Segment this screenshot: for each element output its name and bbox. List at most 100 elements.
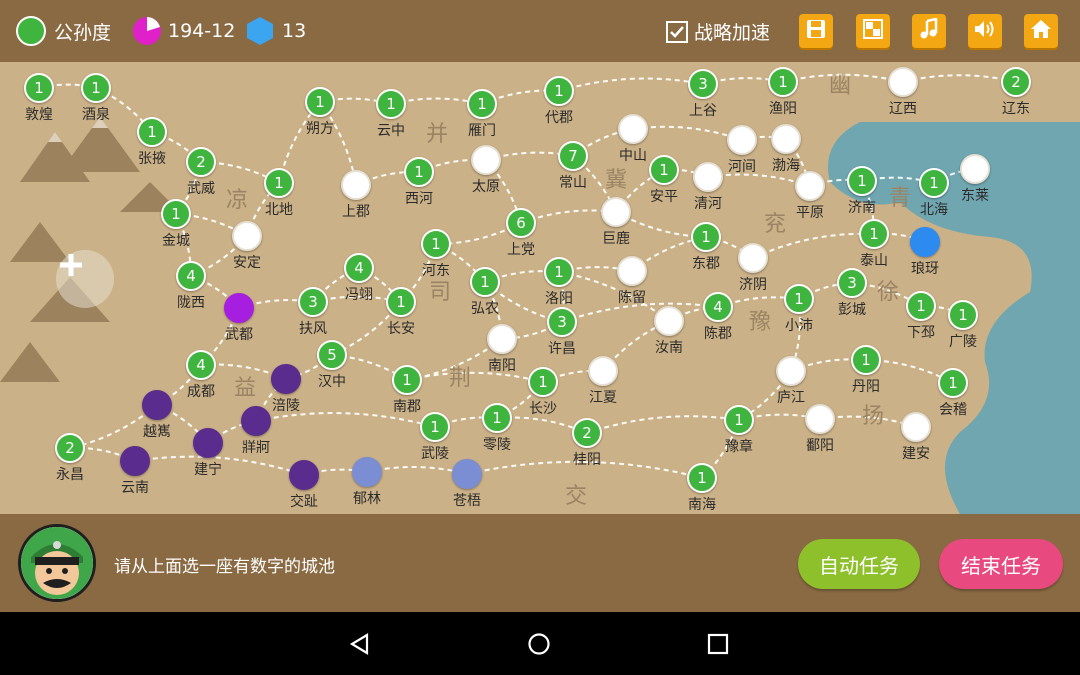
city-node[interactable]: 1 xyxy=(161,199,191,229)
city-node[interactable]: 1 xyxy=(768,67,798,97)
city-node[interactable]: 2 xyxy=(572,418,602,448)
city-node[interactable] xyxy=(693,162,723,192)
city-node[interactable] xyxy=(352,457,382,487)
sound-button[interactable] xyxy=(968,14,1002,48)
city-node[interactable]: 1 xyxy=(404,157,434,187)
city-node[interactable] xyxy=(471,145,501,175)
city-node[interactable]: 1 xyxy=(24,73,54,103)
city-node[interactable] xyxy=(805,404,835,434)
city-node[interactable]: 1 xyxy=(544,76,574,106)
city-node[interactable]: 2 xyxy=(1001,67,1031,97)
city-node[interactable] xyxy=(120,446,150,476)
city-node[interactable]: 2 xyxy=(55,433,85,463)
city-node[interactable] xyxy=(901,412,931,442)
city-node[interactable] xyxy=(617,256,647,286)
city-node[interactable]: 4 xyxy=(186,350,216,380)
city-name: 小沛 xyxy=(785,318,813,334)
grid-button[interactable] xyxy=(856,14,890,48)
end-task-button[interactable]: 结束任务 xyxy=(939,539,1063,589)
city-node[interactable]: 1 xyxy=(687,463,717,493)
city-node[interactable]: 1 xyxy=(724,405,754,435)
music-button[interactable] xyxy=(912,14,946,48)
city-node[interactable] xyxy=(289,460,319,490)
city-node[interactable]: 1 xyxy=(482,403,512,433)
city-node[interactable] xyxy=(776,356,806,386)
city-node[interactable]: 1 xyxy=(544,257,574,287)
city-node[interactable] xyxy=(487,324,517,354)
city-node[interactable] xyxy=(888,67,918,97)
city-node[interactable]: 1 xyxy=(470,267,500,297)
city-node[interactable]: 1 xyxy=(784,284,814,314)
zoom-in-button[interactable] xyxy=(56,250,114,308)
city-node[interactable] xyxy=(341,170,371,200)
city-node[interactable] xyxy=(241,406,271,436)
city-node[interactable]: 2 xyxy=(186,147,216,177)
city-node[interactable]: 1 xyxy=(305,87,335,117)
city-node[interactable]: 6 xyxy=(506,208,536,238)
advisor-avatar xyxy=(18,524,96,602)
city-name: 渤海 xyxy=(772,158,800,174)
city-count: 13 xyxy=(246,16,306,46)
city-node[interactable]: 1 xyxy=(386,287,416,317)
city-node[interactable]: 1 xyxy=(81,73,111,103)
city-node[interactable]: 1 xyxy=(649,155,679,185)
city-node[interactable]: 1 xyxy=(851,345,881,375)
city-node[interactable] xyxy=(618,114,648,144)
back-icon[interactable] xyxy=(348,632,372,660)
city-node[interactable] xyxy=(738,243,768,273)
city-node[interactable] xyxy=(910,227,940,257)
city-node[interactable]: 5 xyxy=(317,340,347,370)
city-node[interactable] xyxy=(960,154,990,184)
date-text: 194-12 xyxy=(168,20,236,42)
city-node[interactable]: 4 xyxy=(176,261,206,291)
city-node[interactable]: 3 xyxy=(688,69,718,99)
city-node[interactable] xyxy=(271,364,301,394)
city-node[interactable]: 1 xyxy=(264,168,294,198)
city-node[interactable]: 1 xyxy=(948,300,978,330)
city-node[interactable]: 3 xyxy=(837,268,867,298)
city-node[interactable] xyxy=(452,459,482,489)
city-node[interactable]: 1 xyxy=(420,412,450,442)
city-node[interactable]: 1 xyxy=(392,365,422,395)
city-node[interactable] xyxy=(601,197,631,227)
city-node[interactable]: 7 xyxy=(558,141,588,171)
city-name: 越嶲 xyxy=(143,424,171,440)
city-node[interactable] xyxy=(771,124,801,154)
speed-toggle[interactable]: 战略加速 xyxy=(666,18,770,45)
city-node[interactable] xyxy=(795,171,825,201)
city-node[interactable]: 4 xyxy=(703,292,733,322)
city-node[interactable] xyxy=(193,428,223,458)
city-node[interactable] xyxy=(142,390,172,420)
grid-icon xyxy=(862,18,884,44)
city-node[interactable]: 1 xyxy=(919,168,949,198)
save-button[interactable] xyxy=(799,14,833,48)
city-node[interactable]: 1 xyxy=(376,89,406,119)
city-name: 长安 xyxy=(387,321,415,337)
city-name: 常山 xyxy=(559,175,587,191)
city-node[interactable]: 1 xyxy=(137,117,167,147)
city-node[interactable]: 1 xyxy=(906,291,936,321)
city-node[interactable]: 1 xyxy=(421,229,451,259)
city-node[interactable]: 1 xyxy=(859,219,889,249)
city-node[interactable] xyxy=(224,293,254,323)
city-node[interactable]: 1 xyxy=(467,89,497,119)
home-button[interactable] xyxy=(1024,14,1058,48)
checkbox-checked-icon[interactable] xyxy=(666,20,688,43)
city-node[interactable] xyxy=(727,125,757,155)
city-node[interactable] xyxy=(654,306,684,336)
city-node[interactable] xyxy=(232,221,262,251)
hexagon-icon xyxy=(246,16,274,46)
city-node[interactable]: 1 xyxy=(938,368,968,398)
city-node[interactable]: 1 xyxy=(528,367,558,397)
city-node[interactable]: 3 xyxy=(547,307,577,337)
city-node[interactable]: 4 xyxy=(344,253,374,283)
city-node[interactable] xyxy=(588,356,618,386)
city-node[interactable]: 3 xyxy=(298,287,328,317)
city-node[interactable]: 1 xyxy=(847,166,877,196)
auto-task-button[interactable]: 自动任务 xyxy=(798,539,920,589)
strategy-map[interactable]: 凉 并 幽 冀 青 兖 徐 司 豫 益 荆 扬 交 1 敦煌 1 酒泉 1 张掖 2 武威 1 北… xyxy=(0,62,1080,514)
home-circle-icon[interactable] xyxy=(527,632,551,660)
game-date: 194-12 xyxy=(132,16,235,46)
recents-icon[interactable] xyxy=(707,633,729,659)
city-node[interactable]: 1 xyxy=(691,222,721,252)
